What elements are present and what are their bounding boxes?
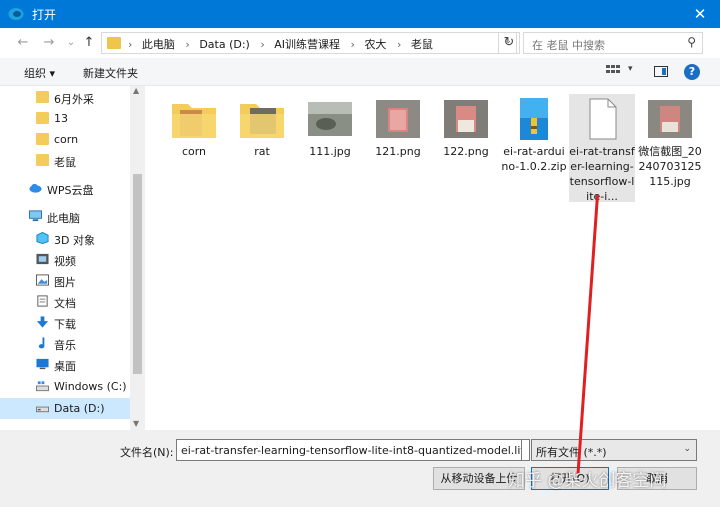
breadcrumb: › 此电脑 › Data (D:) › AI训练营课程 › 农大 › 老鼠 (128, 38, 433, 51)
drive-icon (36, 381, 49, 392)
navigation-bar: ← → ⌄ ↑ › 此电脑 › Data (D:) › AI训练营课程 › 农大… (0, 28, 720, 58)
cube-icon (36, 232, 49, 244)
image-thumbnail-icon (444, 100, 488, 138)
up-button[interactable]: ↑ (80, 34, 98, 52)
sidebar-scrollbar[interactable]: ▲ ▼ (130, 86, 145, 430)
image-thumbnail-icon (376, 100, 420, 138)
recent-locations-button[interactable]: ⌄ (62, 34, 80, 52)
search-icon: ⚲ (687, 35, 696, 49)
music-icon (38, 337, 45, 349)
new-folder-button[interactable]: 新建文件夹 (83, 65, 138, 81)
drive-icon (36, 406, 49, 413)
back-button[interactable]: ← (14, 34, 32, 52)
scrollbar-thumb[interactable] (133, 174, 142, 374)
sidebar-item-desktop[interactable]: 桌面 (0, 354, 130, 375)
sidebar-item-documents[interactable]: 文档 (0, 291, 130, 312)
file-type-select[interactable]: 所有文件 (*.*) ⌄ (531, 439, 697, 461)
folder-icon (240, 104, 284, 138)
file-item-111-jpg[interactable]: 111.jpg (297, 94, 363, 202)
breadcrumb-item-data-drive[interactable]: Data (D:) (199, 38, 250, 51)
sidebar-item-downloads[interactable]: 下载 (0, 312, 130, 333)
file-item-tflite-model[interactable]: ei-rat-transfer-learning-tensorflow-lite… (569, 94, 635, 203)
computer-icon (29, 210, 42, 222)
sidebar-item-3d-objects[interactable]: 3D 对象 (0, 228, 130, 249)
sidebar-item-wps-cloud[interactable]: WPS云盘 (0, 178, 130, 199)
blank-file-icon (589, 98, 617, 140)
breadcrumb-item-laoshu[interactable]: 老鼠 (411, 38, 433, 51)
search-input[interactable]: 在 老鼠 中搜索 (532, 37, 605, 53)
sidebar-item-music[interactable]: 音乐 (0, 333, 130, 354)
sidebar-item-laoshu[interactable]: 老鼠 (0, 150, 130, 171)
desktop-icon (36, 358, 49, 370)
folder-icon (107, 37, 121, 49)
sidebar-item-windows-c[interactable]: Windows (C:) (0, 376, 130, 397)
app-icon (8, 8, 24, 20)
command-toolbar: 组织 ▾ 新建文件夹 ▾ ? (0, 58, 720, 86)
scroll-down-icon[interactable]: ▼ (133, 419, 139, 428)
filename-label: 文件名(N): (120, 446, 174, 459)
chevron-down-icon: ⌄ (683, 444, 691, 454)
sidebar-item-data-d[interactable]: Data (D:) (0, 398, 130, 419)
cloud-icon (29, 183, 42, 193)
search-box[interactable]: 在 老鼠 中搜索 ⚲ (523, 32, 703, 54)
window-title: 打开 (32, 8, 57, 22)
title-bar: 打开 ✕ (0, 0, 720, 28)
folder-icon (36, 91, 49, 103)
breadcrumb-item-this-pc[interactable]: 此电脑 (142, 38, 175, 51)
folder-icon (36, 133, 49, 145)
preview-pane-icon[interactable] (654, 66, 668, 77)
view-dropdown-icon[interactable]: ▾ (628, 64, 633, 74)
address-bar[interactable]: › 此电脑 › Data (D:) › AI训练营课程 › 农大 › 老鼠 ⌄ (101, 32, 517, 54)
folder-icon (172, 104, 216, 138)
scroll-up-icon[interactable]: ▲ (133, 86, 139, 95)
file-item-corn[interactable]: corn (161, 94, 227, 202)
filename-input[interactable]: ei-rat-transfer-learning-tensorflow-lite… (176, 439, 522, 461)
watermark-text: 知乎 @柴火创客空间 (508, 471, 667, 491)
breadcrumb-item-nongda[interactable]: 农大 (364, 38, 386, 51)
sidebar-item-videos[interactable]: 视频 (0, 249, 130, 270)
sidebar-item-13[interactable]: 13 (0, 108, 130, 129)
refresh-button[interactable]: ↻ (498, 32, 520, 54)
folder-icon (36, 112, 49, 124)
file-item-121-png[interactable]: 121.png (365, 94, 431, 202)
document-icon (37, 295, 48, 307)
file-item-arduino-zip[interactable]: ei-rat-arduino-1.0.2.zip (501, 94, 567, 202)
file-item-122-png[interactable]: 122.png (433, 94, 499, 202)
picture-icon (36, 274, 49, 286)
close-button[interactable]: ✕ (680, 0, 720, 28)
file-list: corn rat 111.jpg 121.png 122.png ei-rat-… (145, 86, 720, 430)
image-thumbnail-icon (308, 102, 352, 136)
sidebar-item-6yue-waicai[interactable]: 6月外采 (0, 87, 130, 108)
view-options-icon[interactable] (606, 65, 620, 77)
file-item-wechat-screenshot[interactable]: 微信截图_20240703125115.jpg (637, 94, 703, 202)
file-item-rat[interactable]: rat (229, 94, 295, 202)
zip-archive-icon (520, 98, 548, 140)
forward-button[interactable]: → (40, 34, 58, 52)
navigation-pane: 6月外采 13 corn 老鼠 WPS云盘 此电脑 3D 对象 视频 图片 文档… (0, 86, 145, 430)
organize-menu[interactable]: 组织 ▾ (24, 65, 55, 81)
help-icon[interactable]: ? (684, 64, 700, 80)
sidebar-item-pictures[interactable]: 图片 (0, 270, 130, 291)
breadcrumb-item-ai-course[interactable]: AI训练营课程 (274, 38, 340, 51)
sidebar-item-this-pc[interactable]: 此电脑 (0, 206, 130, 227)
filename-dropdown[interactable] (522, 439, 530, 461)
video-icon (36, 253, 49, 265)
sidebar-item-corn[interactable]: corn (0, 129, 130, 150)
image-thumbnail-icon (648, 100, 692, 138)
download-icon (36, 316, 49, 328)
folder-icon (36, 154, 49, 166)
